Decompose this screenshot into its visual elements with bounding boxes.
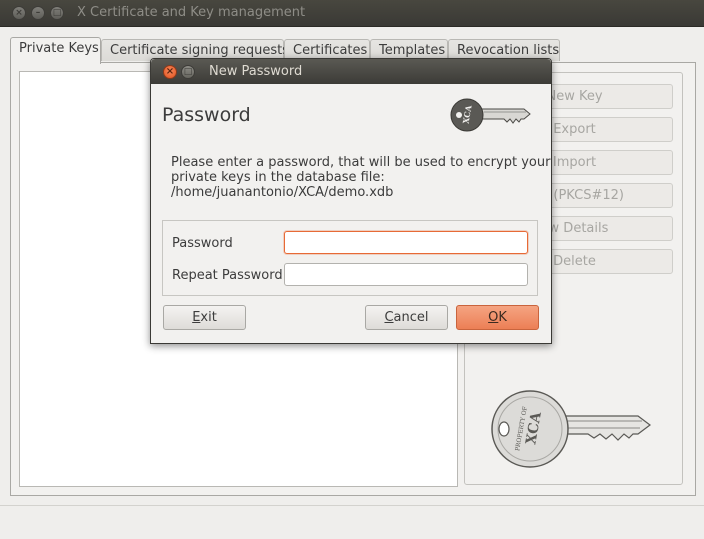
dialog-close-button[interactable]: ×: [163, 65, 177, 79]
xca-small-key-icon: XCA: [450, 98, 531, 132]
dialog-title: New Password: [209, 64, 303, 79]
ok-mnemonic: O: [488, 310, 499, 325]
dialog-message-line: Please enter a password, that will be us…: [171, 155, 551, 170]
dialog-message-line: private keys in the database file:: [171, 170, 385, 185]
window-maximize-button[interactable]: □: [50, 6, 64, 20]
tab-private-keys[interactable]: Private Keys: [10, 37, 101, 64]
cancel-mnemonic: C: [384, 310, 394, 325]
cancel-button[interactable]: Cancel: [365, 305, 448, 330]
status-bar: [0, 505, 704, 539]
dialog-heading: Password: [162, 104, 251, 126]
window-minimize-button[interactable]: –: [31, 6, 45, 20]
dialog-message-path: /home/juanantonio/XCA/demo.xdb: [171, 185, 394, 200]
window-title: X Certificate and Key management: [77, 5, 306, 20]
window-close-button[interactable]: ×: [12, 6, 26, 20]
exit-label: xit: [200, 310, 217, 325]
exit-button[interactable]: Exit: [163, 305, 246, 330]
ok-button[interactable]: OK: [456, 305, 539, 330]
xca-key-logo-icon: PROPERTY OF XCA: [491, 390, 651, 468]
ok-label: K: [498, 310, 507, 325]
dialog-titlebar[interactable]: × □ New Password: [151, 59, 551, 84]
password-input[interactable]: [284, 231, 528, 254]
repeat-password-label: Repeat Password: [172, 268, 283, 283]
window-titlebar[interactable]: × – □ X Certificate and Key management: [0, 0, 704, 27]
cancel-label: ancel: [393, 310, 429, 325]
dialog-maximize-button[interactable]: □: [181, 65, 195, 79]
password-label: Password: [172, 236, 233, 251]
dialog-message: Please enter a password, that will be us…: [171, 155, 551, 200]
repeat-password-input[interactable]: [284, 263, 528, 286]
